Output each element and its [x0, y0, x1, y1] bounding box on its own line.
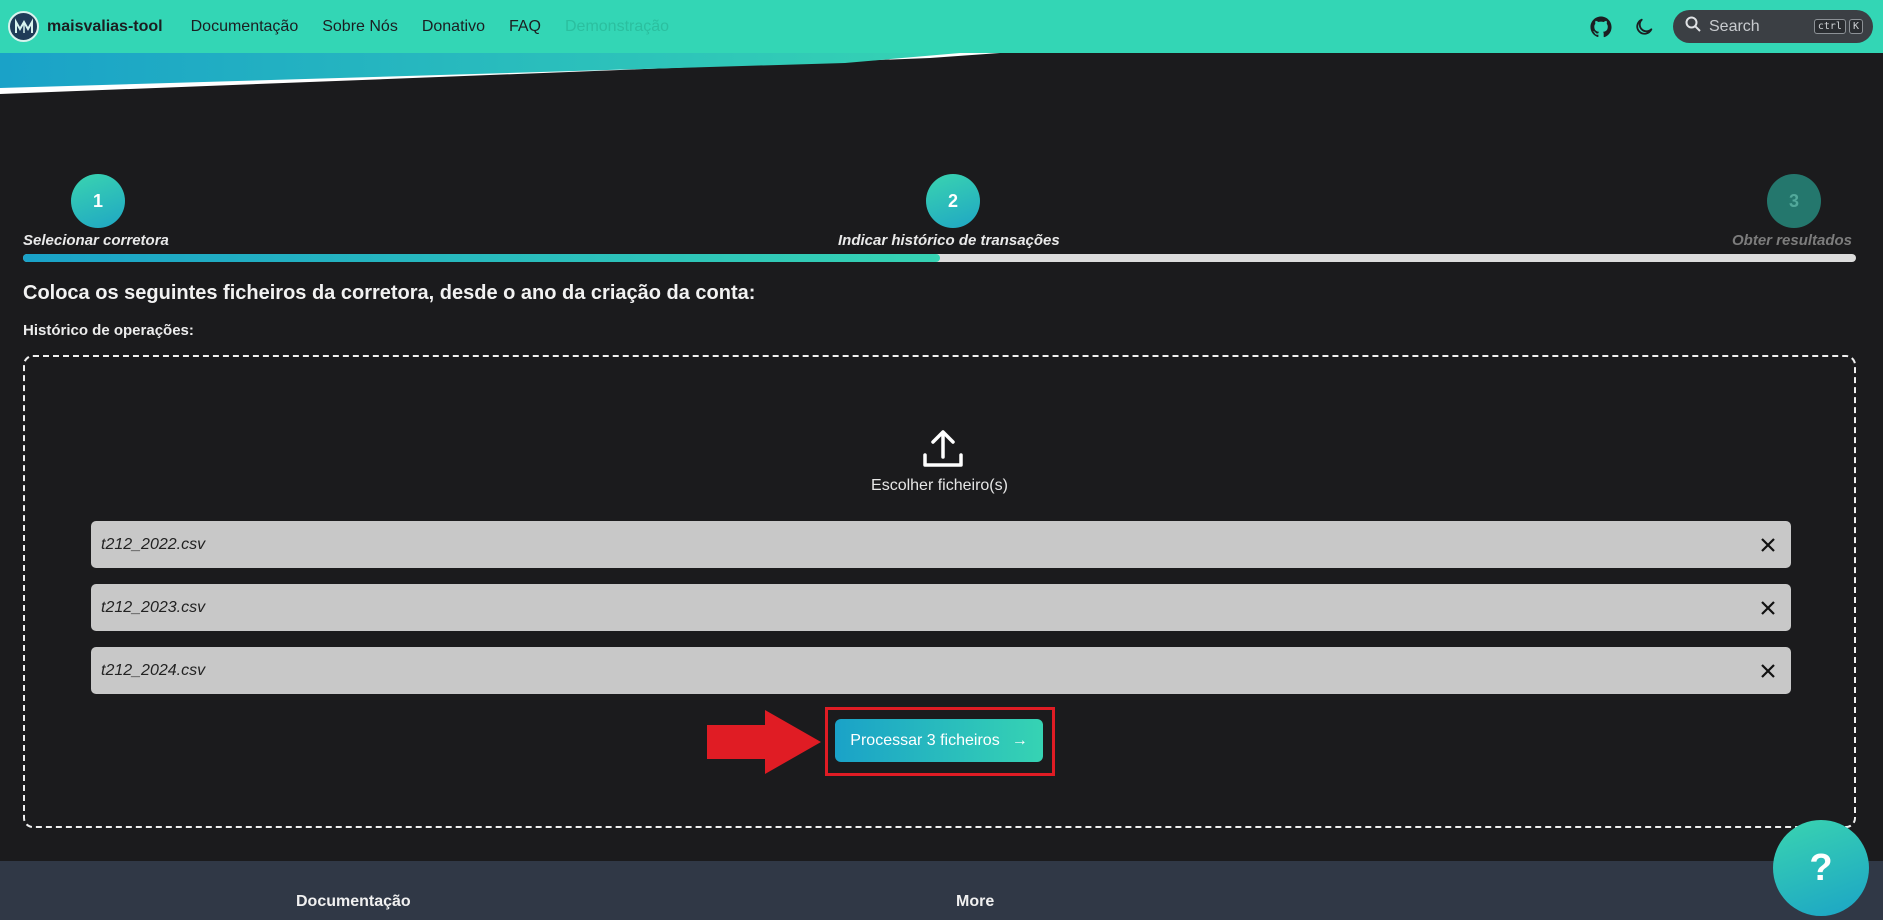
step-3-label: Obter resultados	[1732, 232, 1853, 249]
navbar: maisvalias-tool Documentação Sobre Nós D…	[0, 0, 1883, 53]
file-item: t212_2023.csv	[91, 584, 1791, 631]
navbar-right: Search ctrl K	[1587, 10, 1883, 43]
search-button[interactable]: Search ctrl K	[1673, 10, 1873, 43]
search-label: Search	[1709, 17, 1760, 35]
stepper-progress-fill	[23, 254, 940, 262]
close-icon[interactable]	[1755, 595, 1781, 621]
footer: Documentação More	[0, 861, 1883, 920]
shortcut-key-ctrl: ctrl	[1813, 19, 1846, 34]
logo-icon	[8, 11, 39, 42]
step-2-label: Indicar histórico de transações	[838, 232, 1060, 249]
file-name: t212_2022.csv	[101, 535, 206, 553]
step-1-label: Selecionar corretora	[23, 232, 169, 249]
page-heading: Coloca os seguintes ficheiros da correto…	[23, 282, 756, 304]
shortcut-key-k: K	[1848, 19, 1863, 34]
file-item: t212_2024.csv	[91, 647, 1791, 694]
close-icon[interactable]	[1755, 658, 1781, 684]
nav-link-demonstracao: Demonstração	[565, 17, 670, 35]
footer-heading-more: More	[956, 893, 995, 910]
brand-name: maisvalias-tool	[47, 17, 163, 35]
section-subheading: Histórico de operações:	[23, 322, 194, 339]
file-item: t212_2022.csv	[91, 521, 1791, 568]
file-name: t212_2024.csv	[101, 661, 206, 679]
nav-links: Documentação Sobre Nós Donativo FAQ Demo…	[191, 18, 693, 36]
nav-link-donativo[interactable]: Donativo	[422, 18, 485, 36]
nav-link-sobre-nos[interactable]: Sobre Nós	[322, 18, 398, 36]
process-files-label: Processar 3 ficheiros	[850, 731, 1000, 749]
process-files-button[interactable]: Processar 3 ficheiros →	[835, 719, 1043, 762]
upload-icon	[923, 430, 963, 467]
step-2-circle: 2	[926, 174, 980, 228]
footer-heading-documentacao: Documentação	[296, 893, 411, 910]
nav-link-documentacao[interactable]: Documentação	[191, 18, 299, 36]
arrow-right-icon: →	[1011, 731, 1028, 749]
stepper-progress-bar	[23, 254, 1856, 262]
annotation-arrow	[707, 710, 821, 774]
close-icon[interactable]	[1755, 532, 1781, 558]
moon-icon[interactable]	[1630, 13, 1658, 41]
nav-link-faq[interactable]: FAQ	[509, 18, 541, 36]
search-icon	[1685, 16, 1701, 37]
github-icon[interactable]	[1587, 13, 1615, 41]
file-name: t212_2023.csv	[101, 598, 206, 616]
step-3-circle: 3	[1767, 174, 1821, 228]
choose-files-label[interactable]: Escolher ficheiro(s)	[25, 477, 1854, 495]
help-button[interactable]: ?	[1773, 820, 1869, 916]
step-1-circle: 1	[71, 174, 125, 228]
brand-link[interactable]: maisvalias-tool	[8, 11, 163, 42]
